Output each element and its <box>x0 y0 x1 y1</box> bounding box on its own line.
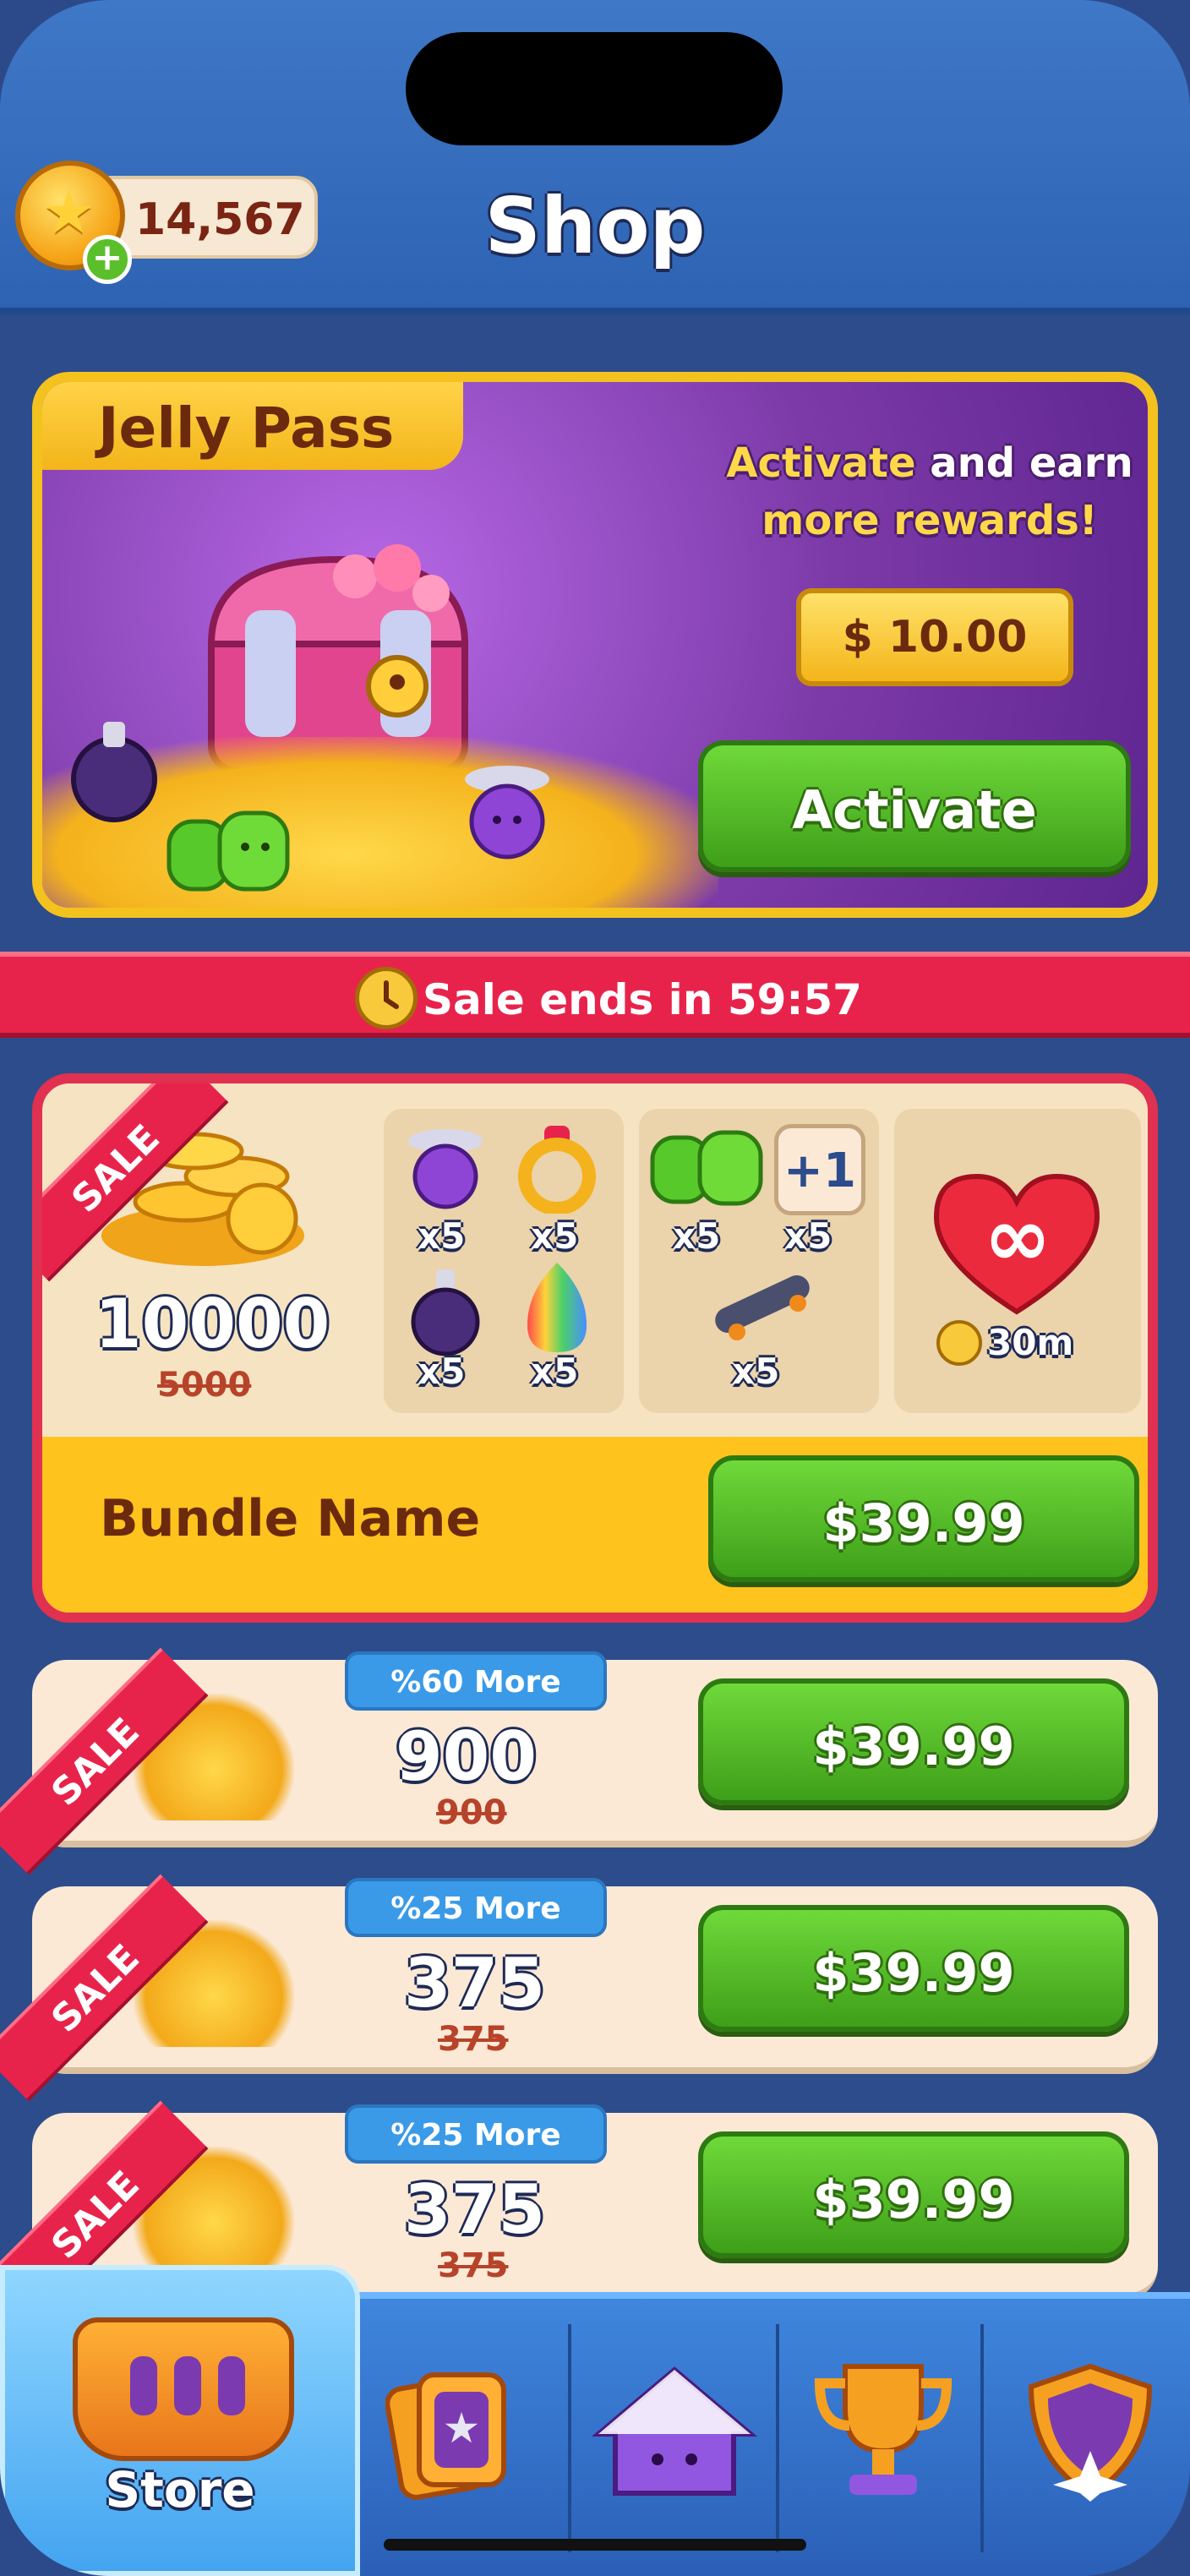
fan-jelly-icon <box>408 1129 483 1209</box>
offer-price: $39.99 <box>812 1942 1015 2004</box>
home-indicator <box>384 2539 806 2551</box>
nav-divider <box>776 2324 779 2552</box>
clock-icon <box>355 967 418 1029</box>
basket-icon <box>73 2317 294 2461</box>
bonus-label: %25 More <box>390 2118 561 2153</box>
svg-text:★: ★ <box>443 2404 481 2453</box>
offer-coins-old: 900 <box>436 1793 507 1832</box>
tagline-highlight: Activate <box>726 439 916 487</box>
infinite-lives-time: 30m <box>987 1322 1074 1363</box>
skateboard-icon <box>715 1274 810 1340</box>
plus-one-icon: +1 <box>774 1124 865 1215</box>
bomb-icon <box>411 1269 480 1356</box>
bundle-name: Bundle Name <box>100 1489 481 1548</box>
bundle-coins-old: 5000 <box>157 1366 252 1405</box>
jelly-pass-tab: Jelly Pass <box>42 382 463 470</box>
bundle-buy-button[interactable]: $39.99 <box>708 1455 1139 1582</box>
bonus-label: %25 More <box>390 1891 561 1926</box>
plus-one-label: +1 <box>783 1143 856 1198</box>
phone-screen: 14,567 ★ + Shop Jelly Pass Activate and … <box>0 0 1190 2576</box>
offer-price: $39.99 <box>812 2169 1015 2230</box>
coin-offer-row: %60 More 900 900 $39.99 SALE <box>0 1647 1158 1875</box>
nav-divider <box>568 2324 571 2552</box>
header: 14,567 ★ + Shop <box>0 0 1190 314</box>
page-title: Shop <box>484 181 706 271</box>
offer-coins-old: 375 <box>438 2020 509 2059</box>
booster-qty: x5 <box>531 1351 579 1392</box>
offer-buy-button[interactable]: $39.99 <box>698 1905 1129 2032</box>
fan-jelly-icon <box>465 766 549 860</box>
coin-offer-row: %25 More 375 375 $39.99 SALE <box>0 1874 1158 2102</box>
jelly-pass-tagline: Activate and earn more rewards! <box>701 434 1148 549</box>
booster-qty: x5 <box>732 1351 780 1392</box>
bonus-pill: %60 More <box>345 1651 607 1711</box>
offer-coins: 375 <box>404 2170 545 2249</box>
tagline-rest-1: and earn <box>915 439 1133 487</box>
bundle-card: 10000 5000 x5 x5 x5 x5 x5 +1 x5 x5 ∞ 30m… <box>32 1073 1158 1623</box>
nav-tab-store[interactable]: Store <box>0 2265 360 2576</box>
offer-coins: 900 <box>396 1717 537 1796</box>
booster-qty: x5 <box>418 1351 466 1392</box>
tagline-rest-2: more rewards! <box>761 497 1098 544</box>
bundle-price: $39.99 <box>822 1493 1025 1554</box>
offer-price: $39.99 <box>812 1716 1015 1777</box>
booster-qty: x5 <box>531 1215 579 1257</box>
offer-buy-button[interactable]: $39.99 <box>698 2131 1129 2258</box>
infinity-symbol: ∞ <box>984 1190 1051 1285</box>
activate-button[interactable]: Activate <box>698 740 1131 872</box>
shield-icon[interactable] <box>1023 2358 1158 2502</box>
infinite-lives-cell: ∞ 30m <box>894 1109 1141 1413</box>
jelly-pass-price-tag: $ 10.00 <box>796 588 1073 686</box>
bonus-pill: %25 More <box>345 1878 607 1937</box>
bomb-icon <box>71 722 157 822</box>
green-jelly-icon <box>650 1130 763 1206</box>
cards-icon[interactable]: ★ <box>385 2358 512 2502</box>
boosters-group-2: x5 +1 x5 x5 <box>639 1109 879 1413</box>
home-icon[interactable] <box>590 2358 759 2502</box>
nav-divider <box>980 2324 984 2552</box>
offer-coins-old: 375 <box>438 2246 509 2285</box>
trophy-icon[interactable] <box>803 2358 963 2502</box>
ring-bomb-icon <box>518 1126 596 1214</box>
bundle-coins: 10000 <box>95 1285 330 1363</box>
activate-button-label: Activate <box>792 779 1037 841</box>
nav-tab-store-label: Store <box>105 2461 255 2519</box>
jelly-pass-card: Jelly Pass Activate and earn more reward… <box>32 372 1158 918</box>
booster-qty: x5 <box>673 1215 721 1257</box>
booster-qty: x5 <box>418 1215 466 1257</box>
offer-buy-button[interactable]: $39.99 <box>698 1678 1129 1805</box>
sale-timer-text: Sale ends in 59:57 <box>423 975 862 1024</box>
boosters-group-1: x5 x5 x5 x5 <box>384 1109 624 1413</box>
offer-coins: 375 <box>404 1944 545 2022</box>
camera-notch <box>406 32 783 145</box>
jelly-pass-title: Jelly Pass <box>98 396 395 461</box>
green-jelly-icon <box>166 810 290 892</box>
bonus-label: %60 More <box>390 1665 561 1700</box>
booster-qty: x5 <box>784 1215 832 1257</box>
sale-timer-banner: Sale ends in 59:57 <box>0 952 1190 1038</box>
bonus-pill: %25 More <box>345 2104 607 2164</box>
clock-icon <box>936 1320 982 1366</box>
rainbow-flame-icon <box>527 1263 587 1352</box>
jelly-pass-price: $ 10.00 <box>842 612 1028 663</box>
